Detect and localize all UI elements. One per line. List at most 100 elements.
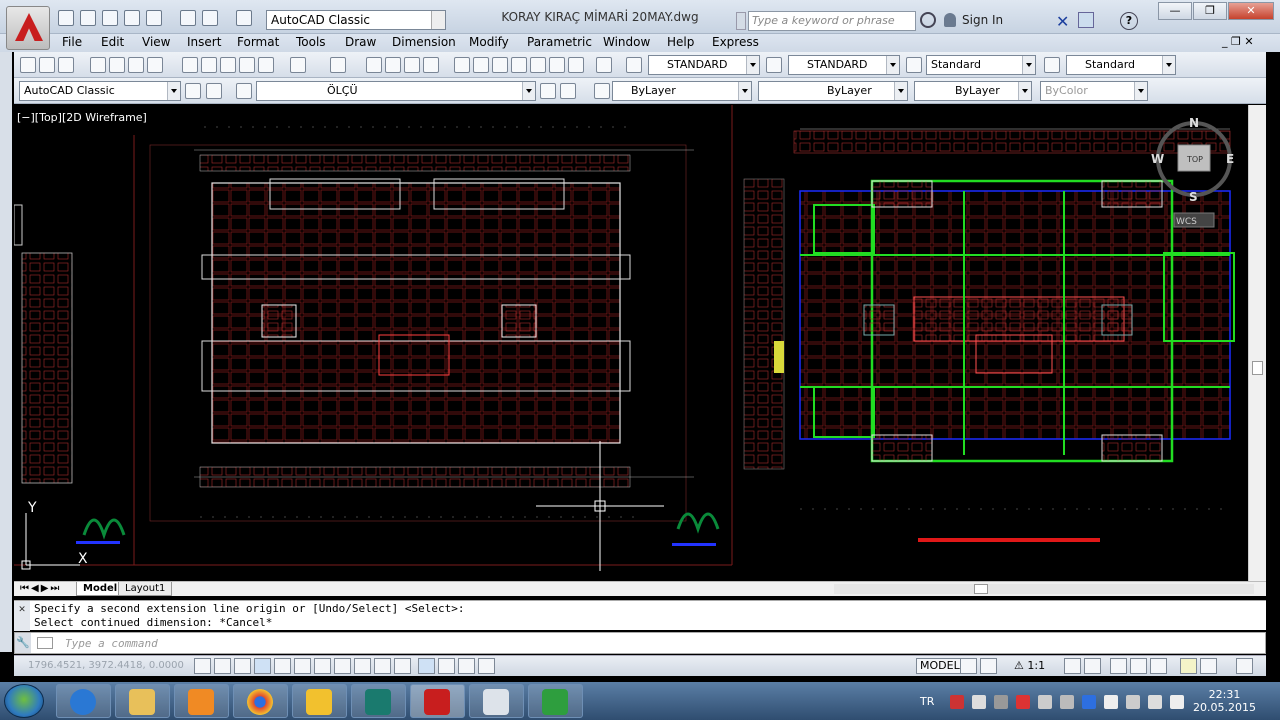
redo-tool-icon[interactable]: [330, 57, 346, 73]
mleader-style-select[interactable]: Standard: [1066, 55, 1176, 75]
cut-icon[interactable]: [182, 57, 198, 73]
quick-view-layouts-icon[interactable]: [960, 658, 977, 674]
tab-navigation-arrows[interactable]: ⏮◀▶⏭: [14, 582, 74, 596]
dyn-icon[interactable]: [374, 658, 391, 674]
drawing-viewport[interactable]: Y X TOP N S E W WCS: [14, 105, 1248, 581]
taskbar-camtasia[interactable]: [528, 684, 583, 718]
table-style-icon[interactable]: [906, 57, 922, 73]
exchange-icon[interactable]: ✕: [1056, 12, 1069, 31]
help-search-input[interactable]: Type a keyword or phrase: [748, 11, 916, 31]
saveas-icon[interactable]: [124, 10, 140, 26]
ducs-icon[interactable]: [354, 658, 371, 674]
application-menu-button[interactable]: [6, 6, 50, 50]
model-space-toggle[interactable]: MODEL: [916, 658, 964, 674]
grid-icon[interactable]: [234, 658, 251, 674]
plot-preview-icon[interactable]: [146, 10, 162, 26]
osnap-icon[interactable]: [294, 658, 311, 674]
tray-icon-4[interactable]: [1016, 695, 1030, 709]
save-icon[interactable]: [102, 10, 118, 26]
3dprint-icon[interactable]: [147, 57, 163, 73]
redo-icon[interactable]: [236, 10, 252, 26]
make-current-layer-icon[interactable]: [540, 83, 556, 99]
usb-icon[interactable]: [1126, 695, 1140, 709]
publish-icon[interactable]: [128, 57, 144, 73]
tab-layout1[interactable]: Layout1: [118, 582, 173, 596]
block-editor-icon[interactable]: [258, 57, 274, 73]
table-style-select[interactable]: Standard: [926, 55, 1036, 75]
viewport-controls-label[interactable]: [−][Top][2D Wireframe]: [17, 111, 147, 124]
dim-style-icon[interactable]: [766, 57, 782, 73]
compass-w[interactable]: W: [1151, 152, 1164, 166]
command-input[interactable]: 🔧 Type a command: [14, 632, 1266, 654]
menu-view[interactable]: View: [142, 35, 170, 49]
markup-icon[interactable]: [530, 57, 546, 73]
ortho-icon[interactable]: [254, 658, 271, 674]
pan-icon[interactable]: [366, 57, 382, 73]
hardware-acceleration-icon[interactable]: [1150, 658, 1167, 674]
menu-draw[interactable]: Draw: [345, 35, 376, 49]
dim-style-select[interactable]: STANDARD: [788, 55, 900, 75]
tool-palettes-icon[interactable]: [492, 57, 508, 73]
annotation-visibility-icon[interactable]: [1064, 658, 1081, 674]
transparency-icon[interactable]: [418, 658, 435, 674]
tray-icon-3[interactable]: [994, 695, 1008, 709]
taskbar-media-player[interactable]: [174, 684, 229, 718]
minimize-button[interactable]: —: [1158, 2, 1192, 20]
coordinates-readout[interactable]: 1796.4521, 3972.4418, 0.0000: [28, 660, 184, 671]
bluetooth-icon[interactable]: [1082, 695, 1096, 709]
calculator-icon[interactable]: [568, 57, 584, 73]
compass-n[interactable]: N: [1189, 116, 1199, 130]
paste-icon[interactable]: [220, 57, 236, 73]
annotation-scale[interactable]: ⚠ 1:1: [1014, 658, 1045, 674]
layer-manager-icon[interactable]: [236, 83, 252, 99]
menu-window[interactable]: Window: [603, 35, 650, 49]
maximize-button[interactable]: ❐: [1193, 2, 1227, 20]
properties-icon[interactable]: [454, 57, 470, 73]
wcs-menu[interactable]: WCS: [1176, 217, 1197, 227]
clock[interactable]: 22:31 20.05.2015: [1193, 688, 1256, 714]
lwt-icon[interactable]: [394, 658, 411, 674]
community-icon[interactable]: [1078, 12, 1094, 28]
doc-minimize-icon[interactable]: _ ❐ ✕: [1222, 35, 1254, 48]
menu-express[interactable]: Express: [712, 35, 759, 49]
mleader-style-icon[interactable]: [1044, 57, 1060, 73]
language-indicator[interactable]: TR: [920, 695, 934, 708]
menu-dimension[interactable]: Dimension: [392, 35, 456, 49]
sc-icon[interactable]: [458, 658, 475, 674]
color-control-icon[interactable]: [594, 83, 610, 99]
help-button[interactable]: ?: [1120, 12, 1138, 30]
copy-icon[interactable]: [201, 57, 217, 73]
design-center-icon[interactable]: [473, 57, 489, 73]
polar-icon[interactable]: [274, 658, 291, 674]
color-select[interactable]: ByLayer: [612, 81, 752, 101]
horizontal-scrollbar[interactable]: [834, 584, 1254, 594]
drawing-canvas[interactable]: Y X TOP N S E W WCS: [14, 105, 1248, 581]
hscroll-thumb[interactable]: [974, 584, 988, 594]
undo-tool-icon[interactable]: [290, 57, 306, 73]
3dosnap-icon[interactable]: [314, 658, 331, 674]
menu-tools[interactable]: Tools: [296, 35, 326, 49]
preview-icon[interactable]: [109, 57, 125, 73]
network-icon[interactable]: [1148, 695, 1162, 709]
command-prompt-icon[interactable]: [37, 637, 53, 649]
open-file-icon[interactable]: [39, 57, 55, 73]
tray-icon-6[interactable]: [1060, 695, 1074, 709]
wrench-icon[interactable]: 🔧: [15, 633, 31, 653]
help-tool-icon[interactable]: [596, 57, 612, 73]
clean-screen-icon[interactable]: [1236, 658, 1253, 674]
vertical-scrollbar[interactable]: [1248, 105, 1266, 581]
workspace-toolbar-select[interactable]: AutoCAD Classic: [19, 81, 181, 101]
menu-file[interactable]: File: [62, 35, 82, 49]
save-file-icon[interactable]: [58, 57, 74, 73]
zoom-previous-icon[interactable]: [423, 57, 439, 73]
lightbulb-icon[interactable]: [1200, 658, 1217, 674]
am-icon[interactable]: [478, 658, 495, 674]
plotstyle-select[interactable]: ByColor: [1040, 81, 1148, 101]
close-button[interactable]: ✕: [1228, 2, 1274, 20]
search-expand-icon[interactable]: [736, 12, 746, 30]
lock-icon[interactable]: [1130, 658, 1147, 674]
close-icon[interactable]: ✕: [14, 601, 30, 631]
sign-in-link[interactable]: Sign In: [962, 13, 1003, 27]
scrollbar-thumb[interactable]: [1252, 361, 1263, 375]
customize-icon[interactable]: [206, 83, 222, 99]
